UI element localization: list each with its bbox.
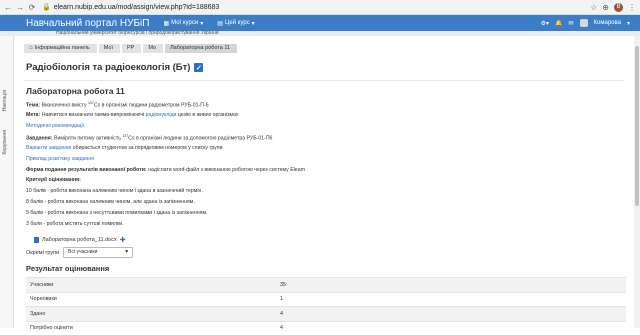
breadcrumb-course[interactable]: РР <box>122 44 142 53</box>
goal-label: Мета: <box>26 112 41 118</box>
chevron-down-icon: ▾ <box>200 20 204 27</box>
grading-summary-heading: Результат оцінювання <box>26 264 110 273</box>
topic-line: Тема: Визначення вмісту 137Cs в організм… <box>26 101 209 109</box>
left-drawer: Навігація Керування <box>0 36 14 328</box>
variants-link[interactable]: Варіанти завдання <box>26 145 71 151</box>
criteria-item: 5 балів - робота виконана з несуттєвими … <box>26 210 208 216</box>
variant-text: обирається студентом за порядковим номер… <box>71 145 223 151</box>
row-label: Учасники <box>26 277 276 292</box>
assignment-title: Лабораторна робота 11 <box>26 86 125 96</box>
criteria-item: 10 балів - робота виконана належним чино… <box>26 188 203 194</box>
extensions-icon[interactable]: ⊕ <box>602 3 609 12</box>
browser-actions: ☆ ⊕ B ⋮ <box>590 2 636 12</box>
course-title-text: Радіобіологія та радіоекологія (Бт) <box>26 62 191 73</box>
task-line: Завдання: Виміряти питому активність 137… <box>26 134 272 142</box>
file-name[interactable]: Лабораторна робота_11.docx <box>42 237 117 243</box>
row-label: Здано <box>26 306 276 321</box>
drawer-tab-administration[interactable]: Керування <box>2 130 11 155</box>
variant-line: Варіанти завдання обирається студентом з… <box>26 145 222 151</box>
goal-text-2: цезію в живих організмах <box>176 112 239 118</box>
topic-text: Визначення вмісту <box>41 102 88 109</box>
site-navbar: Навчальний портал НУБіП ▦ Мої курси ▾ ▤ … <box>0 15 640 31</box>
bell-icon[interactable]: 🔔 <box>555 20 562 27</box>
criteria-label: Критерії оцінювання: <box>26 177 81 183</box>
home-icon: ⌂ <box>29 45 33 51</box>
row-value: 35 <box>276 277 626 292</box>
my-courses-menu[interactable]: ▦ Мої курси ▾ <box>163 20 203 27</box>
submission-form-line: Форма подання результатів виконаної робо… <box>26 167 305 173</box>
star-icon[interactable]: ☆ <box>590 3 597 12</box>
breadcrumb-section[interactable]: Мо <box>143 44 164 53</box>
university-name: Національний університет біоресурсів і п… <box>56 30 219 36</box>
forward-icon[interactable]: → <box>16 3 24 12</box>
group-select-value: Всі учасники <box>68 249 98 255</box>
user-avatar[interactable] <box>579 19 588 27</box>
breadcrumb: ⌂ Інформаційна панель Мої РР Мо Лаборатор… <box>24 44 239 53</box>
address-bar[interactable]: elearn.nubip.edu.ua/mod/assign/view.php?… <box>54 4 220 11</box>
group-filter-label: Окремі групи <box>26 249 60 256</box>
goal-line: Мета: Навчитися визначати гамма-випромін… <box>26 112 239 118</box>
chat-icon[interactable]: ✉ <box>569 20 574 27</box>
breadcrumb-my[interactable]: Мої <box>98 44 121 53</box>
this-course-menu[interactable]: ▤ Цей курс ▾ <box>217 20 254 27</box>
reload-icon[interactable]: ⟳ <box>28 3 36 12</box>
checkmark-icon[interactable]: ✓ <box>194 63 204 72</box>
browser-toolbar: ← → ⟳ 🔒 elearn.nubip.edu.ua/mod/assign/v… <box>0 0 640 15</box>
example-solution-link[interactable]: Приклад розв'язку завдання <box>26 156 94 162</box>
this-course-label: Цей курс <box>224 20 250 26</box>
row-label: Чорновики <box>26 291 276 307</box>
criteria-heading: Критерії оцінювання: <box>26 177 81 183</box>
plus-icon[interactable]: ✚ <box>120 236 126 244</box>
divider <box>24 80 624 81</box>
grading-summary-table: Учасники 35 Чорновики 1 Здано 4 Потрібно… <box>26 277 626 335</box>
breadcrumb-current[interactable]: Лабораторна робота 11 <box>165 44 238 53</box>
radionuclides-link[interactable]: радіонукліди <box>146 112 177 118</box>
topic-label: Тема: <box>26 102 41 109</box>
goal-text: Навчитися визначати гамма-випромінюючі <box>41 112 146 118</box>
attached-file[interactable]: Лабораторна робота_11.docx ✚ <box>34 236 126 244</box>
chevron-down-icon: ▾ <box>251 20 255 27</box>
back-icon[interactable]: ← <box>4 3 12 12</box>
row-value: 1 <box>276 291 626 307</box>
university-subheader: Національний університет біоресурсів і п… <box>0 31 640 36</box>
chevron-down-icon[interactable]: ▾ <box>627 20 630 27</box>
criteria-item: 8 балів - робота виконана належним чином… <box>26 199 195 205</box>
course-icon: ▤ <box>217 20 223 27</box>
criteria-item: 3 бали - робота містить суттєві помилки. <box>26 221 124 227</box>
page-title: Радіобіологія та радіоекологія (Бт) ✓ <box>26 62 204 73</box>
lock-icon: 🔒 <box>42 4 51 11</box>
method-recommendations-link[interactable]: Методичні рекомендації <box>26 123 84 129</box>
breadcrumb-dashboard[interactable]: ⌂ Інформаційна панель <box>24 44 97 53</box>
site-brand[interactable]: Навчальний портал НУБіП <box>26 18 149 29</box>
task-label: Завдання: <box>26 135 53 142</box>
chevron-down-icon: ▼ <box>124 249 130 255</box>
table-row: Здано 4 <box>26 306 626 321</box>
group-select[interactable]: Всі учасники ▼ <box>63 247 134 258</box>
table-row: Потрібно оцінити 4 <box>26 320 626 335</box>
gear-icon[interactable]: ⚙▾ <box>541 20 549 27</box>
row-value: 4 <box>276 320 626 335</box>
user-name[interactable]: Комарова <box>594 20 621 26</box>
task-text-2: Cs в організмі людини за допомогою радіо… <box>128 135 273 142</box>
menu-icon[interactable]: ⋮ <box>628 3 636 12</box>
courses-icon: ▦ <box>163 20 170 27</box>
profile-avatar[interactable]: B <box>614 2 623 12</box>
submission-form-label: Форма подання результатів виконаної робо… <box>26 167 147 173</box>
topic-text-2: Cs в організмі людини радіометром РУБ-01… <box>93 102 209 109</box>
row-label: Потрібно оцінити <box>26 320 276 335</box>
my-courses-label: Мої курси <box>171 20 199 26</box>
page-scrollbar[interactable] <box>634 36 640 328</box>
document-icon <box>34 237 39 243</box>
table-row: Учасники 35 <box>26 277 626 292</box>
scrollbar-thumb[interactable] <box>635 46 639 206</box>
submission-form-text: надіслати word-файл з виконаною роботою … <box>146 167 306 173</box>
group-filter: Окремі групи Всі учасники ▼ <box>26 247 134 258</box>
user-area: ⚙▾ 🔔 ✉ Комарова ▾ <box>541 19 630 27</box>
table-row: Чорновики 1 <box>26 291 626 307</box>
row-value: 4 <box>276 306 626 321</box>
task-text: Виміряти питому активність <box>53 135 123 142</box>
drawer-tab-navigation[interactable]: Навігація <box>2 90 11 111</box>
